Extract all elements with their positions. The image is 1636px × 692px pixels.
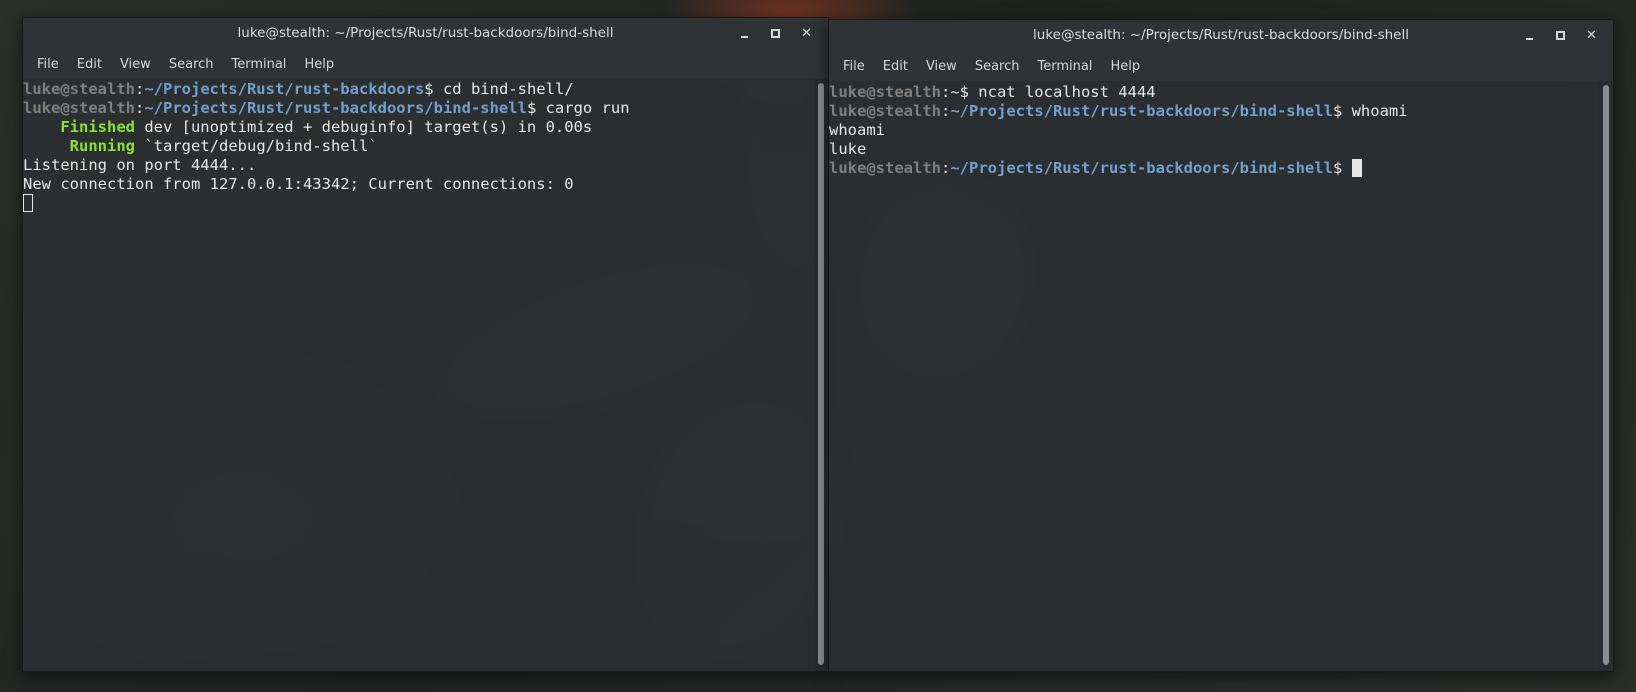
close-icon: ✕ (1586, 28, 1597, 43)
scrollbar-thumb[interactable] (818, 83, 824, 665)
terminal-line (23, 194, 814, 213)
window-controls: ✕ (729, 18, 822, 49)
menu-help[interactable]: Help (1101, 59, 1149, 74)
minimize-icon (1526, 37, 1533, 40)
close-button[interactable]: ✕ (791, 18, 822, 49)
terminal-text: New connection from 127.0.0.1:43342; Cur… (23, 175, 574, 193)
close-button[interactable]: ✕ (1576, 20, 1607, 51)
terminal-text: ~/Projects/Rust/rust-backdoors (144, 80, 425, 98)
terminal-window-server[interactable]: luke@stealth: ~/Projects/Rust/rust-backd… (22, 17, 829, 672)
terminal-text: : (134, 80, 145, 98)
terminal-text: ~/Projects/Rust/rust-backdoors/bind-shel… (950, 102, 1333, 120)
text-cursor (23, 194, 33, 212)
terminal-text: :~$ ncat localhost 4444 (940, 83, 1156, 101)
terminal-line: luke@stealth:~/Projects/Rust/rust-backdo… (23, 99, 814, 118)
terminal-text: ~/Projects/Rust/rust-backdoors/bind-shel… (144, 99, 527, 117)
terminal-line: luke@stealth:~$ ncat localhost 4444 (829, 83, 1599, 102)
menu-file[interactable]: File (834, 59, 874, 74)
terminal-text: ~/Projects/Rust/rust-backdoors/bind-shel… (950, 159, 1333, 177)
terminal-text: whoami (829, 121, 885, 139)
terminal-text: $ whoami (1332, 102, 1408, 120)
terminal-output[interactable]: luke@stealth:~/Projects/Rust/rust-backdo… (23, 79, 814, 671)
menu-file[interactable]: File (28, 57, 68, 72)
menu-bar: File Edit View Search Terminal Help (23, 49, 828, 79)
menu-edit[interactable]: Edit (874, 59, 917, 74)
window-titlebar[interactable]: luke@stealth: ~/Projects/Rust/rust-backd… (829, 20, 1613, 51)
close-icon: ✕ (801, 26, 812, 41)
maximize-icon (1556, 31, 1565, 40)
menu-search[interactable]: Search (160, 57, 223, 72)
window-title: luke@stealth: ~/Projects/Rust/rust-backd… (1033, 27, 1409, 43)
terminal-text: luke@stealth (23, 99, 135, 117)
maximize-icon (771, 29, 780, 38)
text-cursor (1351, 159, 1362, 177)
terminal-line: whoami (829, 121, 1599, 140)
window-titlebar[interactable]: luke@stealth: ~/Projects/Rust/rust-backd… (23, 18, 828, 49)
terminal-output[interactable]: luke@stealth:~$ ncat localhost 4444 luke@… (829, 82, 1599, 671)
terminal-text: : (940, 102, 951, 120)
scrollbar-thumb[interactable] (1603, 85, 1609, 665)
terminal-text: Finished (60, 118, 135, 136)
terminal-line: Running `target/debug/bind-shell` (23, 137, 814, 156)
vertical-scrollbar[interactable] (1599, 81, 1613, 671)
terminal-line: luke@stealth:~/Projects/Rust/rust-backdo… (829, 102, 1599, 121)
menu-terminal[interactable]: Terminal (1028, 59, 1101, 74)
terminal-line: Listening on port 4444... (23, 156, 814, 175)
terminal-text: luke@stealth (829, 159, 941, 177)
terminal-text: Running (69, 137, 135, 155)
menu-edit[interactable]: Edit (68, 57, 111, 72)
terminal-text: : (134, 99, 145, 117)
maximize-button[interactable] (760, 18, 791, 49)
vertical-scrollbar[interactable] (814, 79, 828, 671)
terminal-line: Finished dev [unoptimized + debuginfo] t… (23, 118, 814, 137)
terminal-text: luke (829, 140, 867, 158)
terminal-line: New connection from 127.0.0.1:43342; Cur… (23, 175, 814, 194)
terminal-line: luke@stealth:~/Projects/Rust/rust-backdo… (829, 159, 1599, 178)
minimize-button[interactable] (729, 18, 760, 49)
menu-terminal[interactable]: Terminal (222, 57, 295, 72)
terminal-text: luke@stealth (23, 80, 135, 98)
terminal-window-client[interactable]: luke@stealth: ~/Projects/Rust/rust-backd… (828, 19, 1614, 672)
terminal-text: Listening on port 4444... (23, 156, 257, 174)
terminal-text: luke@stealth (829, 83, 941, 101)
terminal-text: $ cargo run (526, 99, 630, 117)
menu-view[interactable]: View (917, 59, 966, 74)
terminal-text: luke@stealth (829, 102, 941, 120)
terminal-line: luke (829, 140, 1599, 159)
menu-help[interactable]: Help (295, 57, 343, 72)
window-controls: ✕ (1514, 20, 1607, 51)
maximize-button[interactable] (1545, 20, 1576, 51)
terminal-text: `target/debug/bind-shell` (135, 137, 378, 155)
menu-view[interactable]: View (111, 57, 160, 72)
terminal-text: dev [unoptimized + debuginfo] target(s) … (134, 118, 593, 136)
terminal-text: : (940, 159, 951, 177)
terminal-line: luke@stealth:~/Projects/Rust/rust-backdo… (23, 80, 814, 99)
minimize-icon (741, 35, 748, 38)
terminal-text: $ cd bind-shell/ (424, 80, 574, 98)
menu-bar: File Edit View Search Terminal Help (829, 51, 1613, 81)
minimize-button[interactable] (1514, 20, 1545, 51)
window-title: luke@stealth: ~/Projects/Rust/rust-backd… (237, 25, 614, 41)
terminal-text: $ (1332, 159, 1352, 177)
menu-search[interactable]: Search (966, 59, 1029, 74)
